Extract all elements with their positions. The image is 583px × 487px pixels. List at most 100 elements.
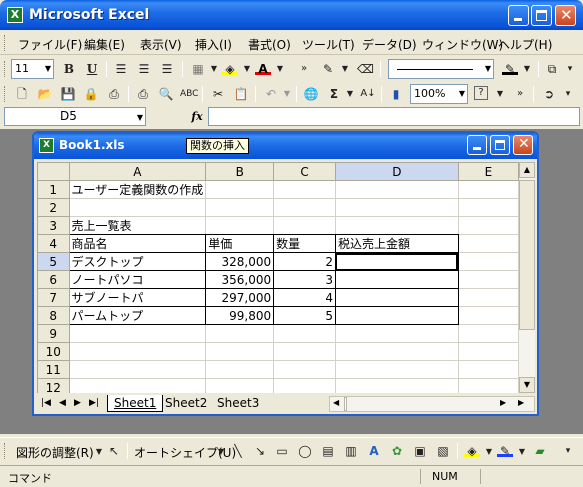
cell[interactable] <box>334 198 459 217</box>
cell[interactable]: 4 <box>273 288 336 307</box>
eraser-icon[interactable]: ⌫ <box>357 61 374 77</box>
cell[interactable] <box>205 342 275 361</box>
workbook-close-button[interactable]: ✕ <box>513 135 533 155</box>
fill-color-icon[interactable]: ◈ <box>464 443 480 458</box>
select-all-corner[interactable] <box>37 162 70 181</box>
cell[interactable] <box>334 216 459 235</box>
sheet-tab-3[interactable]: Sheet3 <box>211 395 265 412</box>
scroll-left-icon[interactable]: ◀ <box>333 398 339 407</box>
save-icon[interactable]: 💾 <box>60 86 76 102</box>
cell[interactable] <box>273 180 336 199</box>
cell[interactable] <box>457 306 519 325</box>
arrow-icon[interactable]: ↘ <box>252 443 268 459</box>
minimize-button[interactable] <box>508 5 529 26</box>
cell[interactable] <box>205 180 275 199</box>
textbox-icon[interactable]: ▤ <box>320 443 336 459</box>
cell[interactable] <box>273 342 336 361</box>
align-center-icon[interactable]: ☰ <box>136 61 152 77</box>
chevron-down-icon[interactable]: ▼ <box>337 61 353 77</box>
cell[interactable] <box>457 180 519 199</box>
rectangle-icon[interactable]: ▭ <box>274 443 290 459</box>
cell[interactable] <box>334 342 459 361</box>
first-sheet-icon[interactable]: |◀ <box>41 398 51 408</box>
print-icon[interactable]: ⎙ <box>135 86 151 102</box>
cell[interactable]: 356,000 <box>205 270 275 289</box>
column-header-d[interactable]: D <box>334 162 459 181</box>
menu-file[interactable]: ファイル(F) <box>18 36 82 53</box>
chevron-down-icon[interactable]: ▼ <box>91 444 107 460</box>
align-right-icon[interactable]: ☰ <box>159 61 175 77</box>
task-pane-icon[interactable]: ➲ <box>541 86 557 102</box>
menubar-grip[interactable] <box>4 35 7 51</box>
cell[interactable] <box>457 360 519 379</box>
toolbar-overflow-icon[interactable]: ▾ <box>562 61 578 77</box>
toolbar-overflow-icon[interactable]: ▾ <box>560 443 576 459</box>
copy-format-icon[interactable]: ⧉ <box>544 61 560 77</box>
cell[interactable] <box>457 216 519 235</box>
font-color-icon[interactable]: A <box>255 61 271 76</box>
diagram-icon[interactable]: ✿ <box>389 443 405 459</box>
column-header-a[interactable]: A <box>68 162 207 181</box>
prev-sheet-icon[interactable]: ◀ <box>59 398 66 408</box>
sheet-tab-2[interactable]: Sheet2 <box>159 395 213 412</box>
cell[interactable] <box>273 378 336 393</box>
row-header[interactable]: 3 <box>37 216 70 235</box>
3d-style-icon[interactable]: ▰ <box>532 443 548 459</box>
row-header[interactable]: 11 <box>37 360 70 379</box>
chevron-down-icon[interactable]: ▼ <box>206 61 222 77</box>
toolbar-grip[interactable] <box>4 61 7 77</box>
cell[interactable] <box>273 198 336 217</box>
close-button[interactable]: ✕ <box>555 5 576 26</box>
maximize-button[interactable] <box>531 5 552 26</box>
autosum-button[interactable]: Σ <box>326 86 342 102</box>
vertical-textbox-icon[interactable]: ▥ <box>343 443 359 459</box>
cell[interactable]: ユーザー定義関数の作成 <box>68 180 207 199</box>
toolbar-overflow-icon[interactable]: ▾ <box>560 86 576 102</box>
workbook-title-bar[interactable]: X Book1.xls 関数の挿入 ✕ <box>34 133 537 159</box>
chevron-down-icon[interactable]: ▼ <box>519 61 535 77</box>
help-icon[interactable]: ? <box>474 86 488 100</box>
oval-icon[interactable]: ◯ <box>297 443 313 459</box>
chevron-down-icon[interactable]: ▼ <box>514 444 530 460</box>
scroll-down-button[interactable]: ▼ <box>519 377 535 393</box>
cell[interactable]: デスクトップ <box>68 252 207 271</box>
row-header[interactable]: 9 <box>37 324 70 343</box>
cell[interactable] <box>205 198 275 217</box>
sort-ascending-icon[interactable]: A↓ <box>360 86 376 102</box>
cut-icon[interactable]: ✂ <box>210 86 226 102</box>
workbook-maximize-button[interactable] <box>490 135 510 155</box>
row-header[interactable]: 6 <box>37 270 70 289</box>
row-header[interactable]: 12 <box>37 378 70 393</box>
cell[interactable]: 3 <box>273 270 336 289</box>
scroll-thumb[interactable] <box>344 397 347 411</box>
cell[interactable] <box>205 324 275 343</box>
cell[interactable] <box>457 198 519 217</box>
chart-wizard-icon[interactable]: ▮ <box>388 86 404 102</box>
underline-button[interactable]: U <box>84 61 100 77</box>
column-header-b[interactable]: B <box>205 162 275 181</box>
cell[interactable] <box>457 252 519 271</box>
font-size-box[interactable]: 11 ▼ <box>11 59 54 79</box>
cell[interactable]: 税込売上金額 <box>334 234 459 253</box>
scroll-right-end-icon[interactable]: ▶ <box>518 398 524 407</box>
bold-button[interactable]: B <box>61 61 77 77</box>
column-header-c[interactable]: C <box>273 162 336 181</box>
cell[interactable] <box>205 378 275 393</box>
chevron-down-icon[interactable]: ▼ <box>492 86 508 102</box>
cell[interactable] <box>457 378 519 393</box>
formula-input[interactable] <box>208 107 580 126</box>
menu-tools[interactable]: ツール(T) <box>302 36 355 53</box>
cell[interactable] <box>334 180 459 199</box>
select-pointer-icon[interactable]: ↖ <box>106 443 122 459</box>
align-left-icon[interactable]: ☰ <box>113 61 129 77</box>
row-header[interactable]: 8 <box>37 306 70 325</box>
borders-icon[interactable]: ▦ <box>190 61 206 77</box>
cell[interactable] <box>205 216 275 235</box>
cell[interactable] <box>273 360 336 379</box>
sheet-tab-1[interactable]: Sheet1 <box>107 395 164 412</box>
horizontal-scrollbar[interactable]: ◀ ▶ ▶ <box>329 396 535 412</box>
cell[interactable]: パームトップ <box>68 306 207 325</box>
clipart-icon[interactable]: ▣ <box>412 443 428 459</box>
toolbar-overflow-icon[interactable]: » <box>512 86 528 102</box>
border-color-icon[interactable]: ✎ <box>502 61 518 76</box>
